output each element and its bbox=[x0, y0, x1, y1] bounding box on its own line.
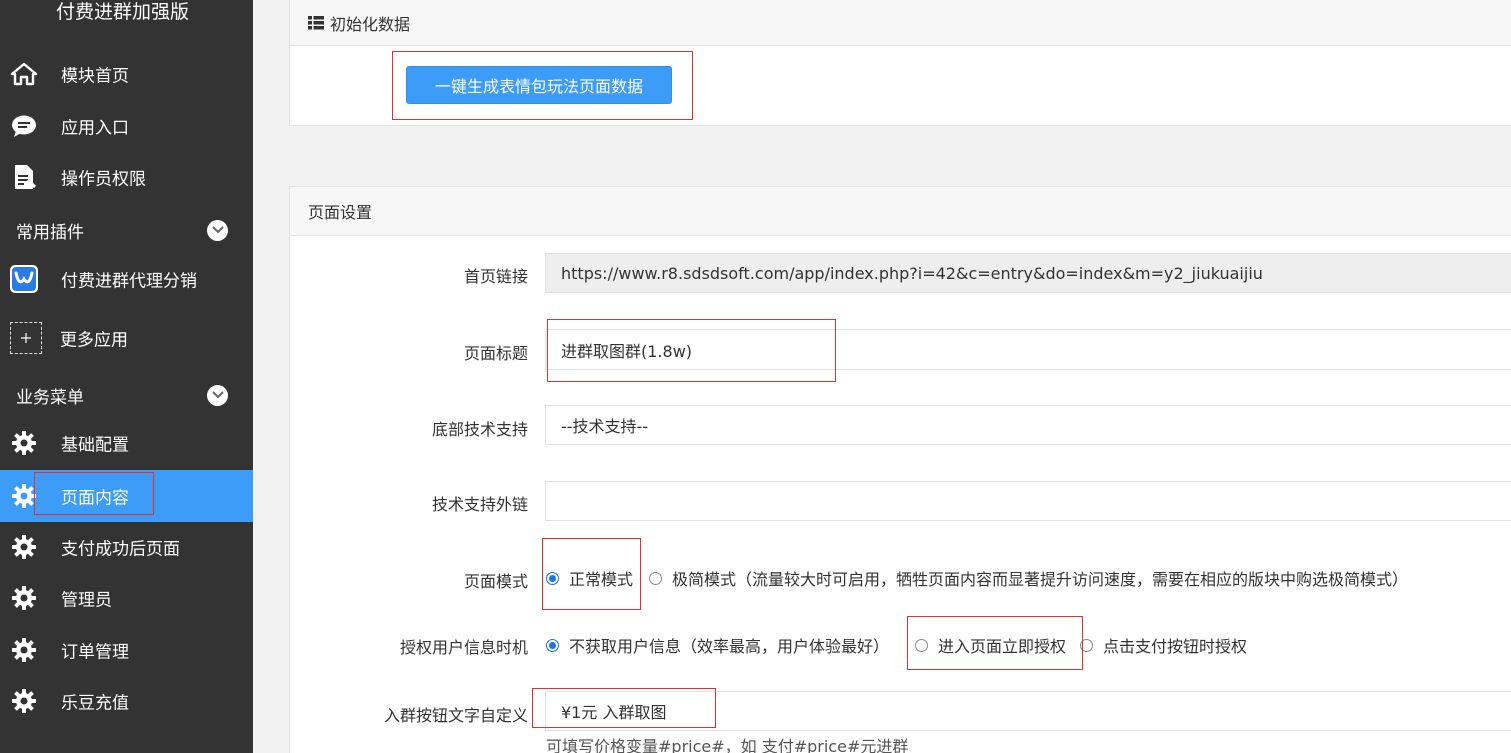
sidebar-item-operator-permissions[interactable]: 操作员权限 bbox=[0, 151, 253, 203]
list-icon bbox=[308, 15, 324, 30]
sidebar-item-order-management[interactable]: 订单管理 bbox=[0, 624, 253, 676]
sidebar-item-label: 模块首页 bbox=[61, 66, 129, 87]
footer-support-input[interactable]: --技术支持-- bbox=[545, 405, 1511, 445]
join-button-text-input[interactable]: ¥1元 入群取图 bbox=[545, 691, 1511, 731]
gear-icon bbox=[10, 533, 38, 561]
chevron-down-icon[interactable] bbox=[207, 384, 228, 406]
panel-title: 页面设置 bbox=[308, 203, 373, 222]
document-icon bbox=[10, 163, 38, 191]
sidebar-item-label: 乐豆充值 bbox=[61, 693, 129, 714]
gear-icon bbox=[10, 482, 38, 510]
page-mode-label: 页面模式 bbox=[463, 572, 528, 591]
sidebar-group-label: 业务菜单 bbox=[16, 387, 84, 408]
sidebar-group-business-menu[interactable]: 业务菜单 bbox=[0, 375, 253, 415]
sidebar-item-admins[interactable]: 管理员 bbox=[0, 572, 253, 624]
init-data-panel: 初始化数据 bbox=[289, 0, 1511, 126]
support-link-label: 技术支持外链 bbox=[431, 495, 528, 514]
panel-header: 页面设置 bbox=[290, 187, 1511, 236]
radio-label: 进入页面立即授权 bbox=[938, 637, 1067, 656]
panel-header: 初始化数据 bbox=[290, 0, 1511, 46]
radio-auth-on-pay[interactable] bbox=[1080, 638, 1094, 652]
sidebar-group-common-plugins[interactable]: 常用插件 bbox=[0, 210, 253, 250]
radio-label: 正常模式 bbox=[569, 570, 634, 589]
plus-icon bbox=[10, 322, 42, 354]
radio-minimal-mode[interactable] bbox=[649, 571, 663, 585]
page-mode-radio-group: 正常模式 极简模式（流量较大时可启用，牺牲页面内容而显著提升访问速度，需要在相应… bbox=[546, 566, 1408, 590]
sidebar-group-label: 常用插件 bbox=[16, 222, 84, 243]
sidebar-item-label: 基础配置 bbox=[61, 435, 129, 456]
sidebar-item-app-entry[interactable]: 应用入口 bbox=[0, 100, 253, 152]
sidebar-item-label: 应用入口 bbox=[61, 118, 129, 139]
radio-label: 点击支付按钮时授权 bbox=[1103, 637, 1248, 656]
sidebar-item-more-apps[interactable]: 更多应用 bbox=[0, 312, 253, 364]
gear-icon bbox=[10, 687, 38, 715]
auth-timing-radio-group: 不获取用户信息（效率最高，用户体验最好） 进入页面立即授权 点击支付按钮时授权 bbox=[546, 633, 1247, 657]
gear-icon bbox=[10, 429, 38, 457]
sidebar-item-label: 付费进群代理分销 bbox=[61, 271, 197, 292]
sidebar: 付费进群加强版 模块首页 应用入口 操作员权限 常用插件 付费进群代理分销 更多… bbox=[0, 0, 253, 753]
sidebar-item-basic-config[interactable]: 基础配置 bbox=[0, 417, 253, 469]
app-logo-icon bbox=[10, 265, 38, 293]
home-icon bbox=[10, 60, 38, 88]
generate-page-data-button[interactable]: 一键生成表情包玩法页面数据 bbox=[406, 66, 672, 104]
panel-title: 初始化数据 bbox=[330, 14, 411, 34]
home-link-label: 首页链接 bbox=[463, 267, 528, 286]
radio-auth-on-enter[interactable] bbox=[915, 638, 929, 652]
auth-timing-label: 授权用户信息时机 bbox=[399, 638, 528, 657]
gear-icon bbox=[10, 636, 38, 664]
sidebar-item-label: 管理员 bbox=[61, 590, 112, 611]
page-title-input[interactable]: 进群取图群(1.8w) bbox=[545, 329, 1511, 370]
radio-no-user-info[interactable] bbox=[546, 638, 559, 652]
gear-icon bbox=[10, 584, 38, 612]
radio-label: 不获取用户信息（效率最高，用户体验最好） bbox=[569, 637, 890, 656]
chevron-down-icon[interactable] bbox=[207, 219, 228, 241]
sidebar-item-label: 操作员权限 bbox=[61, 169, 146, 190]
radio-normal-mode[interactable] bbox=[546, 571, 559, 585]
chat-icon bbox=[10, 112, 38, 140]
sidebar-item-agent-distribution[interactable]: 付费进群代理分销 bbox=[0, 253, 253, 305]
sidebar-item-page-content[interactable]: 页面内容 bbox=[0, 470, 253, 522]
sidebar-item-payment-success-page[interactable]: 支付成功后页面 bbox=[0, 521, 253, 573]
page-title-label: 页面标题 bbox=[463, 344, 528, 363]
support-link-input[interactable] bbox=[545, 481, 1511, 521]
sidebar-item-label: 页面内容 bbox=[61, 488, 129, 509]
sidebar-item-label: 更多应用 bbox=[60, 330, 128, 351]
join-button-text-label: 入群按钮文字自定义 bbox=[383, 706, 528, 725]
home-link-field[interactable]: https://www.r8.sdsdsoft.com/app/index.ph… bbox=[545, 253, 1511, 293]
radio-label: 极简模式（流量较大时可启用，牺牲页面内容而显著提升访问速度，需要在相应的版块中购… bbox=[672, 570, 1409, 589]
sidebar-item-label: 订单管理 bbox=[61, 642, 129, 663]
sidebar-item-ledou-recharge[interactable]: 乐豆充值 bbox=[0, 675, 253, 727]
join-button-help-text: 可填写价格变量#price#，如 支付#price#元进群 bbox=[546, 737, 909, 753]
sidebar-item-module-home[interactable]: 模块首页 bbox=[0, 48, 253, 100]
app-title: 付费进群加强版 bbox=[55, 1, 189, 23]
footer-support-label: 底部技术支持 bbox=[431, 420, 528, 439]
sidebar-item-label: 支付成功后页面 bbox=[61, 539, 180, 560]
